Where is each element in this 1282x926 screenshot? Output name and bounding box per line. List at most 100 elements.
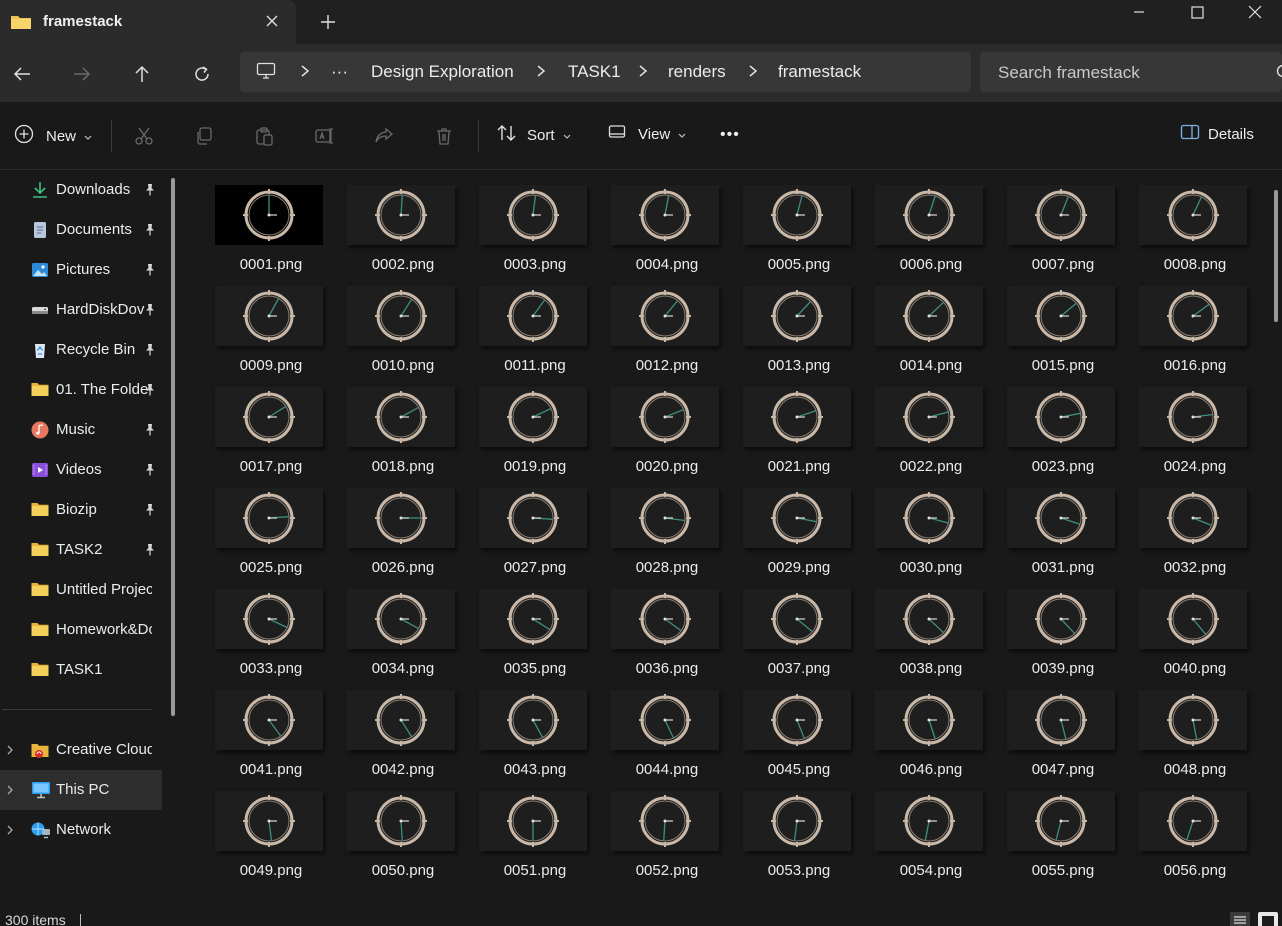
pin-icon[interactable] [144,263,156,280]
sidebar-item-homework-do[interactable]: Homework&Do [0,610,162,650]
file-item[interactable]: 0048.png [1110,675,1247,778]
chevron-right-icon[interactable] [638,64,648,82]
file-item[interactable]: 0013.png [714,271,851,374]
sidebar-item-this-pc[interactable]: This PC [0,770,162,810]
refresh-icon[interactable] [188,60,216,88]
content-scrollbar[interactable] [1274,190,1278,322]
breadcrumb-design-exploration[interactable]: Design Exploration [371,62,514,82]
up-arrow-icon[interactable] [128,60,156,88]
file-item[interactable]: 0031.png [978,473,1115,576]
pin-icon[interactable] [144,423,156,440]
sidebar-item-videos[interactable]: Videos [0,450,162,490]
file-item[interactable]: 0046.png [846,675,983,778]
chevron-right-icon[interactable] [6,783,14,800]
file-item[interactable]: 0043.png [450,675,587,778]
file-item[interactable]: 0051.png [450,776,587,879]
file-item[interactable]: 0053.png [714,776,851,879]
file-item[interactable]: 0050.png [318,776,455,879]
maximize-icon[interactable] [1168,0,1226,24]
sort-button[interactable]: Sort [497,124,571,146]
file-item[interactable]: 0001.png [186,170,323,273]
large-icons-view-icon[interactable] [1257,910,1279,926]
file-item[interactable]: 0032.png [1110,473,1247,576]
file-item[interactable]: 0036.png [582,574,719,677]
file-item[interactable]: 0021.png [714,372,851,475]
search-input[interactable]: Search framestack [998,63,1140,83]
file-item[interactable]: 0044.png [582,675,719,778]
file-item[interactable]: 0011.png [450,271,587,374]
sidebar-item-biozip[interactable]: Biozip [0,490,162,530]
minimize-icon[interactable] [1110,0,1168,24]
chevron-right-icon[interactable] [6,743,14,760]
file-item[interactable]: 0007.png [978,170,1115,273]
tab-framestack[interactable]: framestack [0,0,296,44]
chevron-right-icon[interactable] [536,64,546,82]
sidebar-item-01-the-folde[interactable]: 01. The Folde [0,370,162,410]
more-options-button[interactable]: ••• [720,126,740,144]
pin-icon[interactable] [144,343,156,360]
file-item[interactable]: 0039.png [978,574,1115,677]
file-item[interactable]: 0005.png [714,170,851,273]
new-tab-button[interactable] [316,10,340,34]
file-item[interactable]: 0002.png [318,170,455,273]
file-item[interactable]: 0037.png [714,574,851,677]
close-tab-icon[interactable] [262,11,282,31]
breadcrumb-overflow[interactable]: ··· [331,62,348,82]
sidebar-item-network[interactable]: Network [0,810,162,850]
sidebar-item-task1[interactable]: TASK1 [0,650,162,690]
file-item[interactable]: 0009.png [186,271,323,374]
cut-icon[interactable] [132,124,156,148]
file-item[interactable]: 0004.png [582,170,719,273]
file-item[interactable]: 0035.png [450,574,587,677]
pin-icon[interactable] [144,503,156,520]
copy-icon[interactable] [192,124,216,148]
sidebar-item-untitled-project[interactable]: Untitled Project_ [0,570,162,610]
file-item[interactable]: 0014.png [846,271,983,374]
file-item[interactable]: 0020.png [582,372,719,475]
share-icon[interactable] [372,124,396,148]
file-item[interactable]: 0003.png [450,170,587,273]
address-bar[interactable]: ··· Design Exploration TASK1 renders fra… [240,52,971,92]
file-item[interactable]: 0028.png [582,473,719,576]
chevron-right-icon[interactable] [748,64,758,82]
file-item[interactable]: 0012.png [582,271,719,374]
pin-icon[interactable] [144,383,156,400]
search-box[interactable]: Search framestack [980,52,1282,92]
chevron-right-icon[interactable] [300,64,310,82]
rename-icon[interactable] [312,124,336,148]
sidebar-item-music[interactable]: Music [0,410,162,450]
pin-icon[interactable] [144,223,156,240]
breadcrumb-framestack[interactable]: framestack [778,62,861,82]
file-item[interactable]: 0042.png [318,675,455,778]
details-button[interactable]: Details [1180,124,1254,144]
file-item[interactable]: 0027.png [450,473,587,576]
chevron-right-icon[interactable] [6,823,14,840]
pin-icon[interactable] [144,543,156,560]
file-item[interactable]: 0054.png [846,776,983,879]
sidebar-item-recycle-bin[interactable]: Recycle Bin [0,330,162,370]
file-item[interactable]: 0026.png [318,473,455,576]
file-item[interactable]: 0034.png [318,574,455,677]
pin-icon[interactable] [144,463,156,480]
file-item[interactable]: 0023.png [978,372,1115,475]
file-item[interactable]: 0015.png [978,271,1115,374]
sidebar-item-documents[interactable]: Documents [0,210,162,250]
close-icon[interactable] [1226,0,1282,24]
sidebar-item-creative-cloud-f[interactable]: Creative Cloud F [0,730,162,770]
search-icon[interactable] [1276,64,1282,84]
file-item[interactable]: 0016.png [1110,271,1247,374]
file-item[interactable]: 0049.png [186,776,323,879]
breadcrumb-renders[interactable]: renders [668,62,726,82]
computer-icon[interactable] [256,62,276,84]
file-item[interactable]: 0010.png [318,271,455,374]
file-item[interactable]: 0033.png [186,574,323,677]
sidebar-item-downloads[interactable]: Downloads [0,170,162,210]
view-button[interactable]: View [608,124,686,144]
delete-icon[interactable] [432,124,456,148]
file-item[interactable]: 0045.png [714,675,851,778]
file-item[interactable]: 0041.png [186,675,323,778]
file-item[interactable]: 0019.png [450,372,587,475]
file-item[interactable]: 0040.png [1110,574,1247,677]
file-item[interactable]: 0008.png [1110,170,1247,273]
file-item[interactable]: 0022.png [846,372,983,475]
